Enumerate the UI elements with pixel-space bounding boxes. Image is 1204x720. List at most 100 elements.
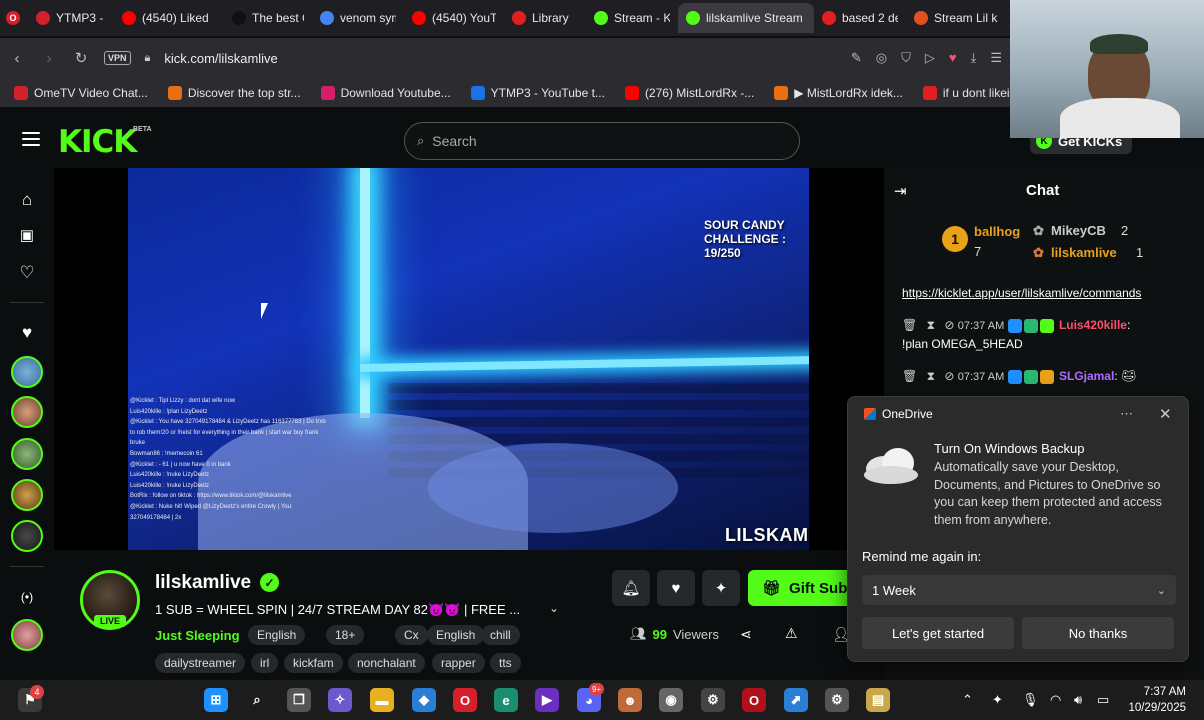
kick-logo[interactable]: KICK <box>58 124 137 160</box>
followed-heart-icon[interactable]: ♥ <box>17 323 37 343</box>
followed-channel-avatar[interactable] <box>11 438 43 470</box>
clock[interactable]: 7:37 AM 10/29/2025 <box>1128 684 1186 716</box>
live-radio-icon[interactable]: (•) <box>17 587 37 607</box>
home-icon[interactable]: ⌂ <box>17 190 37 210</box>
stream-video[interactable]: 👥︎ 99 SOUR CANDY CHALLENGE : 19/250 @Kic… <box>128 168 809 550</box>
browser-tab[interactable]: Stream Lil kil <box>906 3 1006 33</box>
video-player[interactable]: 👥︎ 99 SOUR CANDY CHALLENGE : 19/250 @Kic… <box>54 168 884 550</box>
edit-icon[interactable]: ✎ <box>851 50 862 66</box>
stream-tag[interactable]: English <box>248 625 306 645</box>
lock-icon[interactable]: 🔒︎ <box>145 52 151 65</box>
leaderboard-name[interactable]: lilskamlive <box>1051 245 1117 260</box>
no-thanks-button[interactable]: No thanks <box>1022 617 1174 649</box>
stream-tag[interactable]: irl <box>251 653 279 673</box>
remind-select[interactable]: 1 Week ⌄ <box>862 575 1176 605</box>
chat-username[interactable]: Luis420kille <box>1059 318 1127 332</box>
following-heart-icon[interactable]: ♡ <box>17 263 37 283</box>
vpn-badge[interactable]: VPN <box>104 51 131 65</box>
wifi-icon[interactable]: ◠ <box>1050 692 1061 708</box>
close-icon[interactable]: ✕ <box>1159 405 1172 423</box>
heart-icon[interactable]: ♥ <box>949 50 957 66</box>
recommended-channel-avatar[interactable] <box>11 619 43 651</box>
leaderboard-name[interactable]: MikeyCB <box>1051 223 1106 238</box>
stream-tag[interactable]: Cx <box>395 625 428 645</box>
bookmark-item[interactable]: OmeTV Video Chat... <box>6 85 156 100</box>
channel-name[interactable]: lilskamlive <box>155 572 251 594</box>
bookmark-item[interactable]: (276) MistLordRx -... <box>617 85 762 100</box>
stream-tag[interactable]: dailystreamer <box>155 653 246 673</box>
follow-heart-button[interactable]: ♥ <box>657 570 695 606</box>
opera-menu-button[interactable]: O <box>0 3 28 33</box>
camera-icon[interactable]: ◎ <box>876 50 887 66</box>
browser-tab[interactable]: (4540) YouTu <box>404 3 504 33</box>
stream-tag[interactable]: nonchalant <box>348 653 425 673</box>
browser-tab[interactable]: venom symb <box>312 3 404 33</box>
bookmark-item[interactable]: Download Youtube... <box>313 85 459 100</box>
battery-icon[interactable]: ▭ <box>1097 692 1109 708</box>
opera-gx-icon[interactable]: O <box>742 688 766 712</box>
stream-tag[interactable]: rapper <box>432 653 485 673</box>
stream-tag[interactable]: kickfam <box>284 653 343 673</box>
search-input[interactable]: ⌕ Search <box>404 122 800 160</box>
sparkle-button[interactable]: ✦ <box>702 570 740 606</box>
bookmark-item[interactable]: YTMP3 - YouTube t... <box>463 85 613 100</box>
pinned-link[interactable]: https://kicklet.app/user/lilskamlive/com… <box>902 284 1141 302</box>
browser-tab[interactable]: based 2 deat <box>814 3 906 33</box>
copilot-icon[interactable]: ✧ <box>328 688 352 712</box>
followed-channel-avatar[interactable] <box>11 479 43 511</box>
stream-tag[interactable]: 18+ <box>326 625 365 645</box>
app-icon[interactable]: ◆ <box>412 688 436 712</box>
leaderboard-name[interactable]: ballhog <box>974 224 1020 239</box>
task-view-icon[interactable]: ❐ <box>287 688 311 712</box>
app-icon[interactable]: ⚙ <box>701 688 725 712</box>
delete-icon[interactable]: 🗑︎ <box>902 369 917 383</box>
forward-icon[interactable]: › <box>40 50 58 67</box>
camera-app-icon[interactable]: ◉ <box>659 688 683 712</box>
app-icon[interactable]: ⬈ <box>784 688 808 712</box>
opera-icon[interactable]: O <box>453 688 477 712</box>
chevron-down-icon[interactable]: ⌄ <box>549 601 559 615</box>
reload-icon[interactable]: ↻ <box>72 49 90 67</box>
browser-tab[interactable]: Stream - Kick <box>586 3 678 33</box>
play-icon[interactable]: ▷ <box>925 50 935 66</box>
stream-tag[interactable]: tts <box>490 653 521 673</box>
url-field[interactable]: kick.com/lilskamlive <box>164 51 277 66</box>
settings-icon[interactable]: ⚙ <box>825 688 849 712</box>
app-icon[interactable]: ☻ <box>618 688 642 712</box>
delete-icon[interactable]: 🗑︎ <box>902 318 917 332</box>
browser-tab[interactable]: Library <box>504 3 586 33</box>
volume-icon[interactable]: 🔊︎ <box>1074 692 1082 708</box>
chevron-up-icon[interactable]: ⌃ <box>962 692 973 708</box>
timeout-icon[interactable]: ⧗ <box>927 369 935 383</box>
download-icon[interactable]: ⤓ <box>971 50 977 66</box>
app-icon[interactable]: ▤ <box>866 688 890 712</box>
menu-icon[interactable]: ☰ <box>990 50 1002 66</box>
file-explorer-icon[interactable]: ▬ <box>370 688 394 712</box>
bookmark-item[interactable]: ▶ MistLordRx idek... <box>766 85 911 100</box>
edge-icon[interactable]: e <box>494 688 518 712</box>
browser-tab[interactable]: YTMP3 - You <box>28 3 114 33</box>
more-options-icon[interactable]: ⋯ <box>1120 406 1133 422</box>
stream-category[interactable]: Just Sleeping <box>155 628 240 643</box>
collapse-chat-icon[interactable]: ⇥ <box>894 182 907 200</box>
stream-tag[interactable]: chill <box>481 625 520 645</box>
followed-channel-avatar[interactable] <box>11 520 43 552</box>
notification-bell-button[interactable]: 🔔︎ <box>612 570 650 606</box>
browser-tab[interactable]: The best Cha <box>224 3 312 33</box>
browser-tab[interactable]: (4540) Liked <box>114 3 224 33</box>
report-warning-icon[interactable]: ⚠ <box>785 625 798 642</box>
followed-channel-avatar[interactable] <box>11 396 43 428</box>
ban-icon[interactable]: ⊘ <box>944 369 954 383</box>
bookmark-item[interactable]: Discover the top str... <box>160 85 309 100</box>
chat-username[interactable]: SLGjamal <box>1059 369 1114 383</box>
browse-icon[interactable]: ▣ <box>17 226 37 246</box>
timeout-icon[interactable]: ⧗ <box>927 318 935 332</box>
shield-icon[interactable]: ⛉ <box>901 50 911 66</box>
lets-get-started-button[interactable]: Let's get started <box>862 617 1014 649</box>
share-icon[interactable]: ⋖ <box>740 626 752 643</box>
stream-tag[interactable]: English <box>427 625 485 645</box>
hamburger-menu-icon[interactable] <box>22 132 40 146</box>
browser-tab[interactable]: lilskamlive Stream <box>678 3 814 33</box>
followed-channel-avatar[interactable] <box>11 356 43 388</box>
ban-icon[interactable]: ⊘ <box>944 318 954 332</box>
